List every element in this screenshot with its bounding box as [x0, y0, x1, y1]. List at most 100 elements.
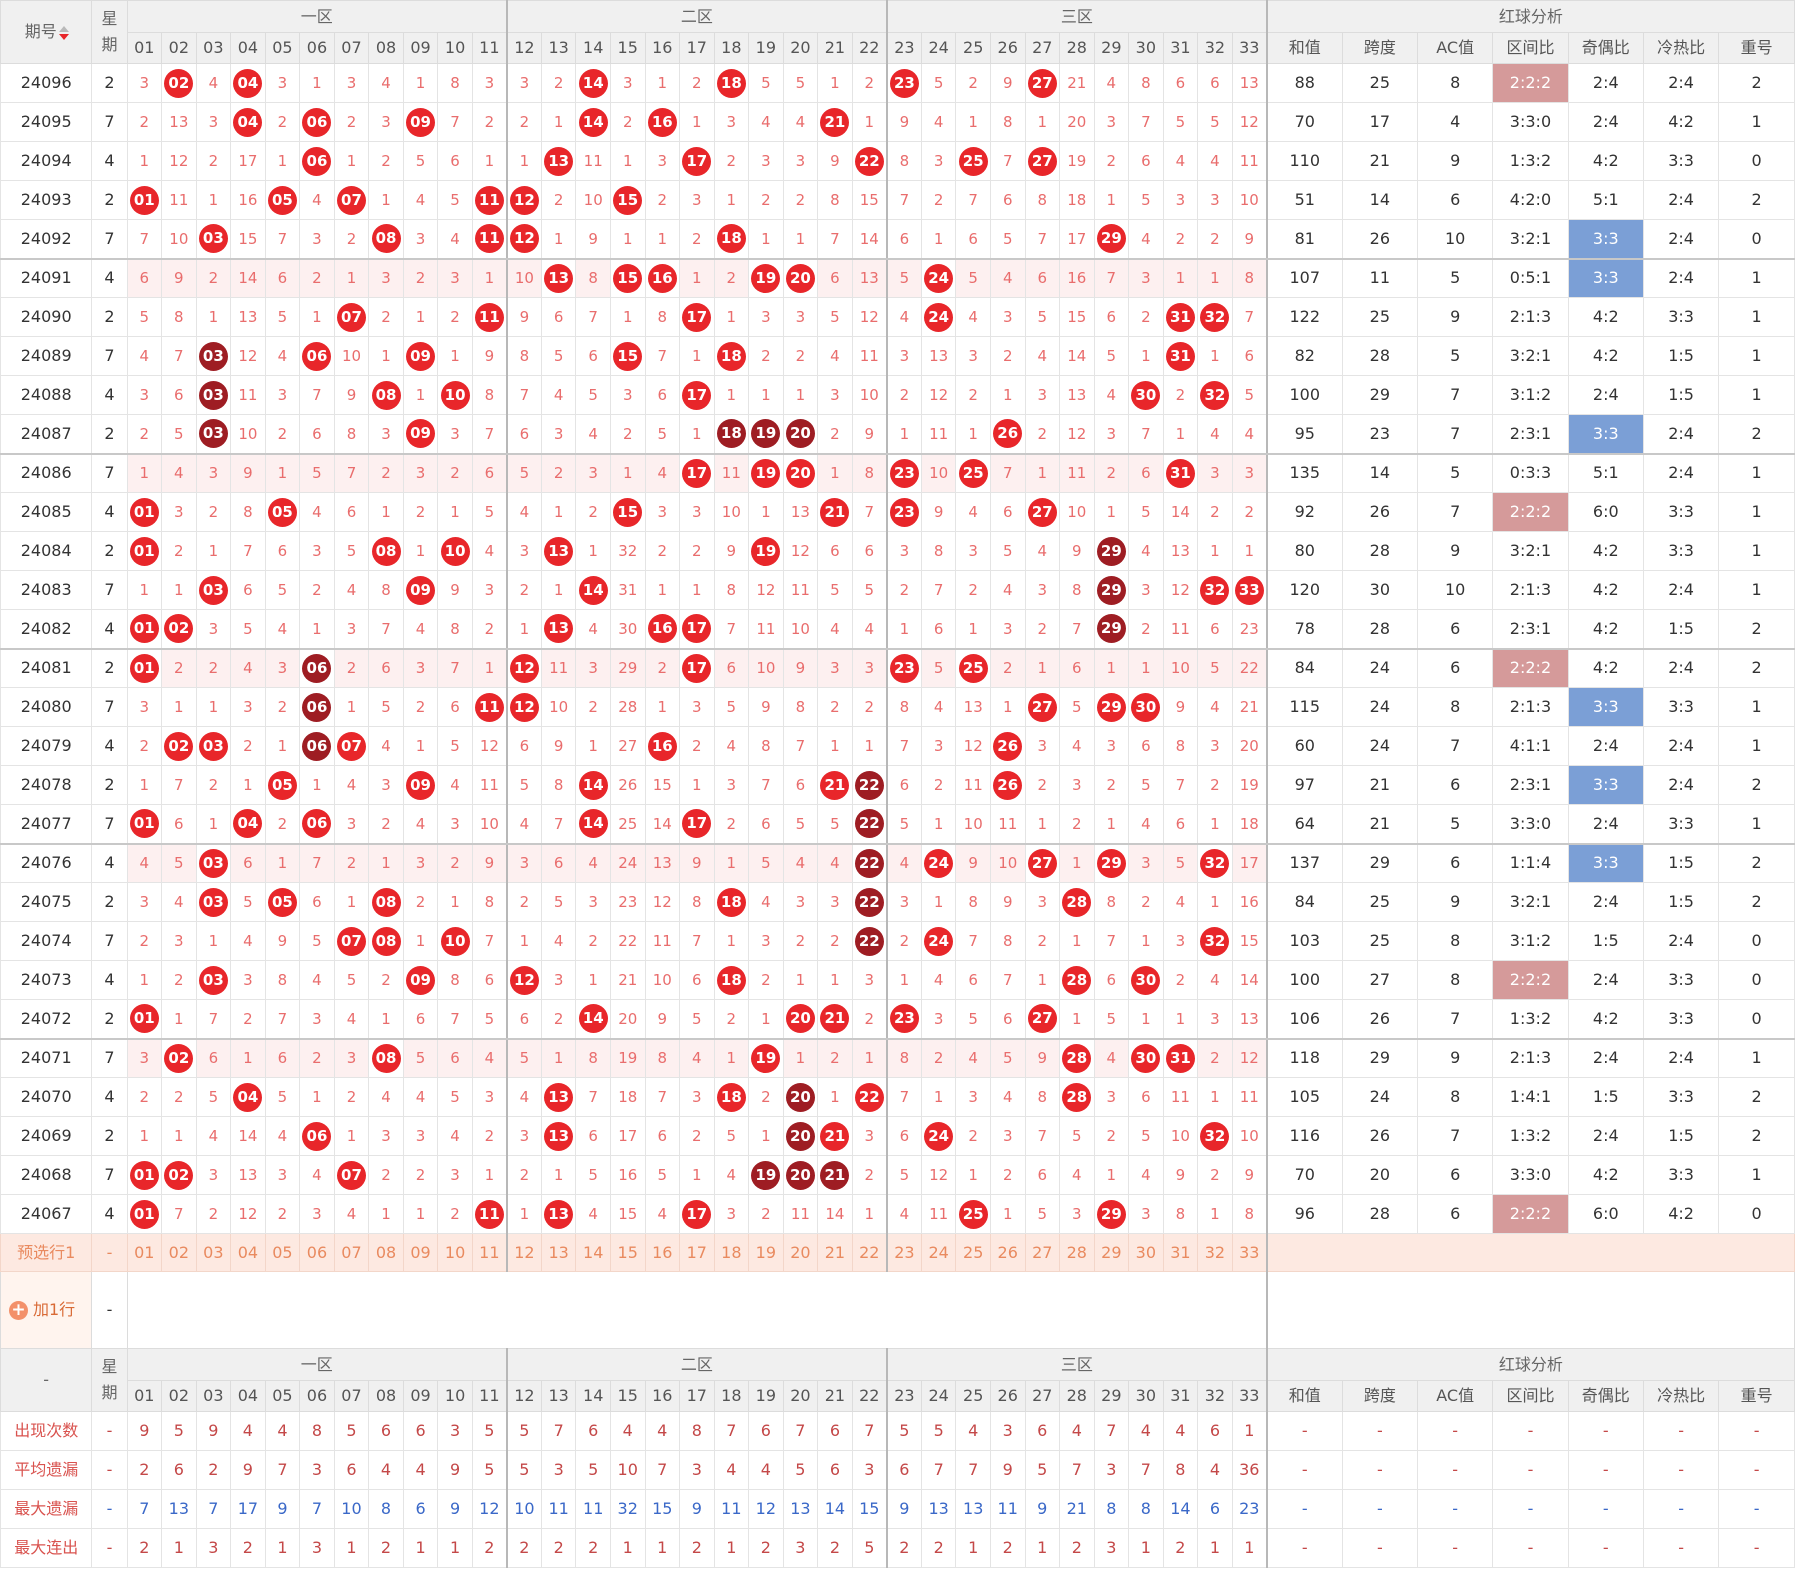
miss-cell: 1: [402, 1194, 439, 1234]
miss-cell: 1: [713, 1038, 750, 1078]
preselect-number-33[interactable]: 33: [1231, 1233, 1268, 1272]
stat-cell-0: 100: [1265, 375, 1343, 415]
red-ball: 12: [509, 224, 539, 254]
miss-cell: 3: [1059, 1194, 1095, 1234]
preselect-number-11[interactable]: 11: [471, 1233, 508, 1272]
red-ball: 14: [578, 809, 608, 839]
miss-cell: 6: [161, 375, 197, 415]
preselect-number-03[interactable]: 03: [195, 1233, 232, 1272]
miss-cell: 8: [679, 882, 715, 922]
preselect-number-02[interactable]: 02: [161, 1233, 197, 1272]
miss-cell: 2: [368, 804, 404, 845]
miss-cell: 9: [713, 531, 750, 571]
stat-value: 2: [126, 1528, 163, 1568]
ball-cell: 15: [609, 180, 646, 220]
miss-cell: 1: [333, 1116, 370, 1156]
period-cell: 24084: [0, 531, 93, 571]
miss-cell: 4: [748, 882, 784, 922]
ball-cell: 05: [264, 492, 301, 532]
preselect-number-10[interactable]: 10: [437, 1233, 473, 1272]
stat-cell-0: 96: [1265, 1194, 1343, 1234]
add-row-button[interactable]: + 加1行: [0, 1271, 93, 1349]
stat-value: 1: [955, 1528, 991, 1568]
miss-cell: 2: [713, 141, 750, 181]
miss-cell: 4: [368, 726, 404, 766]
miss-cell: 9: [1162, 1155, 1199, 1195]
preselect-number-06[interactable]: 06: [299, 1233, 335, 1272]
miss-cell: 10: [230, 414, 266, 455]
miss-cell: 2: [679, 531, 715, 571]
preselect-number-07[interactable]: 07: [333, 1233, 370, 1272]
ball-cell: 07: [333, 180, 370, 220]
preselect-number-26[interactable]: 26: [989, 1233, 1026, 1272]
week-label-1: 星: [101, 9, 118, 28]
preselect-number-31[interactable]: 31: [1162, 1233, 1199, 1272]
miss-cell: 1: [230, 1038, 266, 1078]
stat-cell-1: 26: [1341, 492, 1419, 532]
miss-cell: 25: [609, 804, 646, 845]
miss-cell: 11: [1231, 141, 1268, 181]
stat-header-2: AC值: [1416, 32, 1494, 64]
stat-value: 5: [1024, 1450, 1061, 1490]
number-header-15: 15: [609, 1380, 646, 1412]
number-header-11: 11: [471, 32, 508, 64]
preselect-number-29[interactable]: 29: [1093, 1233, 1130, 1272]
miss-cell: 7: [1128, 102, 1164, 142]
miss-cell: 4: [161, 453, 197, 493]
preselect-number-20[interactable]: 20: [782, 1233, 819, 1272]
number-header-04: 04: [230, 32, 266, 64]
ball-cell: 01: [126, 1194, 163, 1234]
preselect-number-09[interactable]: 09: [402, 1233, 439, 1272]
stat-cell-1: 28: [1341, 336, 1419, 376]
miss-cell: 1: [368, 492, 404, 532]
preselect-number-08[interactable]: 08: [368, 1233, 404, 1272]
preselect-number-25[interactable]: 25: [955, 1233, 991, 1272]
preselect-number-21[interactable]: 21: [817, 1233, 853, 1272]
top-period-header[interactable]: 期号: [0, 0, 93, 64]
preselect-number-32[interactable]: 32: [1197, 1233, 1233, 1272]
miss-cell: 1: [1197, 531, 1233, 571]
stat-cell-2: 8: [1416, 960, 1494, 1000]
preselect-number-17[interactable]: 17: [679, 1233, 715, 1272]
miss-cell: 13: [955, 687, 991, 727]
stat-cell-0: 80: [1265, 531, 1343, 571]
preselect-number-30[interactable]: 30: [1128, 1233, 1164, 1272]
miss-cell: 4: [851, 609, 888, 650]
preselect-number-13[interactable]: 13: [540, 1233, 577, 1272]
preselect-number-12[interactable]: 12: [505, 1233, 542, 1272]
miss-cell: 11: [748, 609, 784, 650]
preselect-number-28[interactable]: 28: [1059, 1233, 1095, 1272]
preselect-number-22[interactable]: 22: [851, 1233, 888, 1272]
number-header-17: 17: [679, 1380, 715, 1412]
red-ball: 14: [578, 770, 608, 800]
preselect-number-19[interactable]: 19: [748, 1233, 784, 1272]
miss-cell: 5: [920, 648, 957, 688]
miss-cell: 3: [851, 960, 888, 1000]
preselect-label[interactable]: 预选行1: [0, 1233, 93, 1272]
miss-cell: 1: [782, 375, 819, 415]
stat-cell-4: 2:4: [1567, 375, 1644, 415]
stat-cell-2: 9: [1416, 531, 1494, 571]
miss-cell: 2: [713, 999, 750, 1040]
preselect-number-01[interactable]: 01: [126, 1233, 163, 1272]
sort-icon[interactable]: [58, 25, 69, 40]
preselect-number-18[interactable]: 18: [713, 1233, 750, 1272]
preselect-number-27[interactable]: 27: [1024, 1233, 1061, 1272]
number-header-25: 25: [955, 1380, 991, 1412]
miss-cell: 6: [264, 531, 301, 571]
ball-cell: 32: [1197, 921, 1233, 961]
red-ball: 06: [302, 809, 332, 839]
preselect-number-16[interactable]: 16: [644, 1233, 681, 1272]
miss-cell: 1: [644, 63, 681, 103]
preselect-number-15[interactable]: 15: [609, 1233, 646, 1272]
preselect-number-24[interactable]: 24: [920, 1233, 957, 1272]
stat-value: 1: [1024, 1528, 1061, 1568]
miss-cell: 8: [368, 570, 404, 610]
preselect-number-05[interactable]: 05: [264, 1233, 301, 1272]
preselect-number-23[interactable]: 23: [885, 1233, 922, 1272]
stat-value: 9: [264, 1489, 301, 1529]
miss-cell: 2: [1093, 1116, 1130, 1156]
preselect-number-04[interactable]: 04: [230, 1233, 266, 1272]
preselect-number-14[interactable]: 14: [575, 1233, 611, 1272]
miss-cell: 13: [230, 1155, 266, 1195]
